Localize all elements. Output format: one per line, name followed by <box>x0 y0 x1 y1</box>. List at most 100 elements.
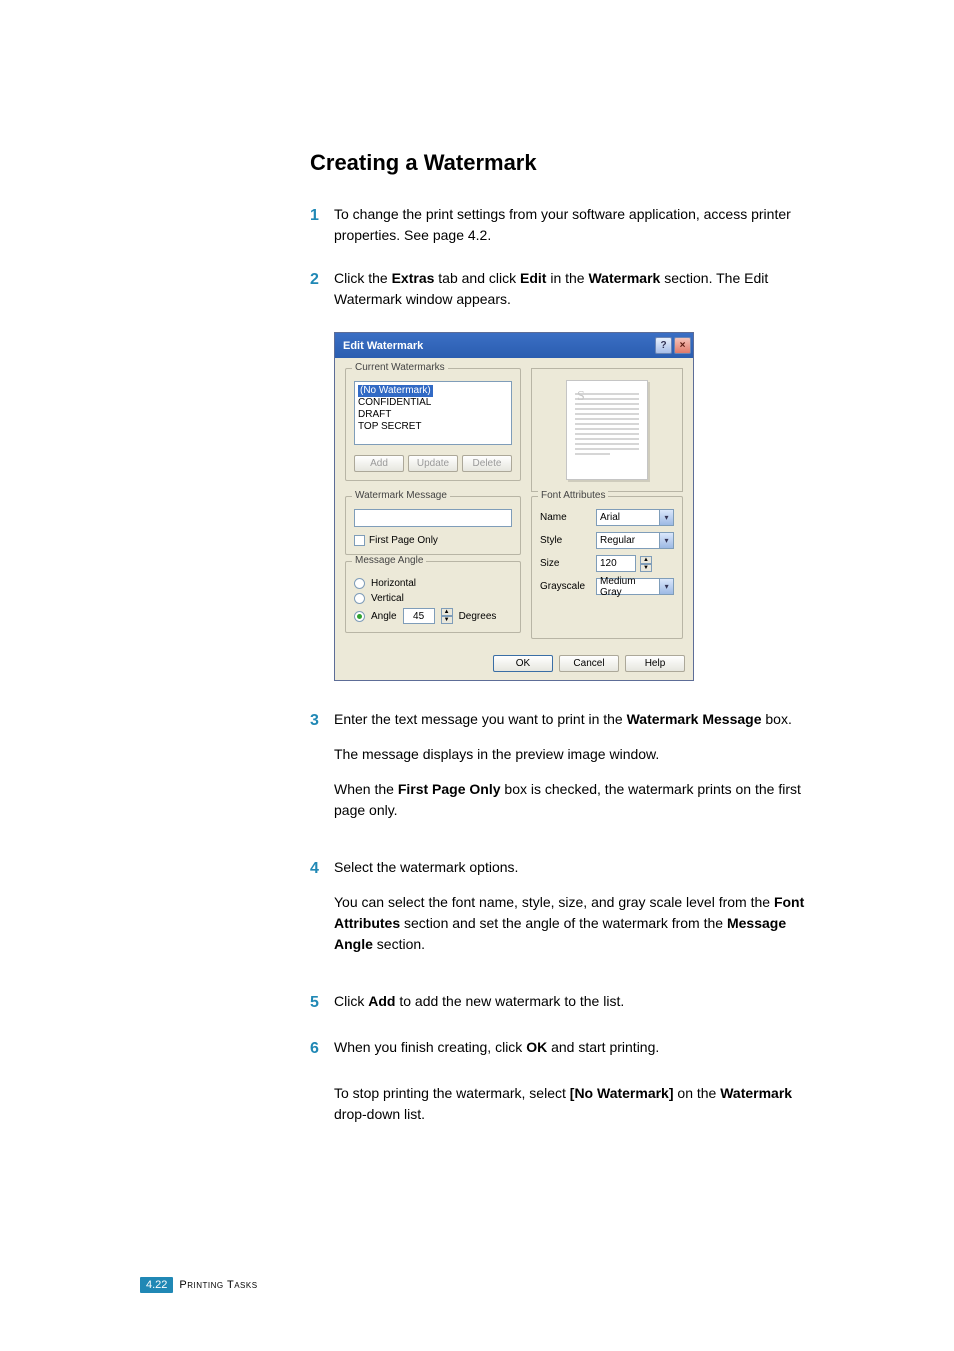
text: and start printing. <box>547 1039 659 1055</box>
text: section and set the angle of the waterma… <box>400 915 727 931</box>
list-item[interactable]: (No Watermark) <box>358 385 433 397</box>
text: section. <box>373 936 425 952</box>
size-spin-up-icon[interactable]: ▲ <box>640 556 652 564</box>
ok-button[interactable]: OK <box>493 655 553 672</box>
first-page-only-label: First Page Only <box>398 781 501 797</box>
step-number: 4 <box>310 857 324 969</box>
paragraph: The message displays in the preview imag… <box>334 744 814 765</box>
step-body: To change the print settings from your s… <box>334 204 814 246</box>
watermark-label: Watermark <box>720 1085 792 1101</box>
preview-page-icon: S <box>566 380 648 480</box>
step-body: Enter the text message you want to print… <box>334 709 814 835</box>
step-2: 2 Click the Extras tab and click Edit in… <box>310 268 814 310</box>
list-item[interactable]: CONFIDENTIAL <box>358 397 508 409</box>
text: When the <box>334 781 398 797</box>
paragraph: Select the watermark options. <box>334 857 814 878</box>
angle-radio[interactable] <box>354 611 365 622</box>
ok-label: OK <box>526 1039 547 1055</box>
step-1: 1 To change the print settings from your… <box>310 204 814 246</box>
radio-label: Angle <box>371 611 397 622</box>
text: box. <box>762 711 792 727</box>
step-number: 2 <box>310 268 324 310</box>
dialog-screenshot: Edit Watermark ? × Current Watermarks (N… <box>334 332 814 681</box>
text: To stop printing the watermark, select <box>334 1085 570 1101</box>
text: When you finish creating, click <box>334 1039 526 1055</box>
chevron-down-icon: ▾ <box>659 533 673 548</box>
font-name-dropdown[interactable]: Arial ▾ <box>596 509 674 526</box>
dropdown-value: Medium Gray <box>600 576 659 598</box>
edit-watermark-dialog: Edit Watermark ? × Current Watermarks (N… <box>334 332 694 681</box>
horizontal-radio[interactable] <box>354 578 365 589</box>
step-3: 3 Enter the text message you want to pri… <box>310 709 814 835</box>
dialog-title: Edit Watermark <box>343 340 423 352</box>
page-heading: Creating a Watermark <box>310 150 814 176</box>
radio-label: Vertical <box>371 593 404 604</box>
vertical-radio[interactable] <box>354 593 365 604</box>
step-body: Click Add to add the new watermark to th… <box>334 991 814 1015</box>
text: tab and click <box>434 270 520 286</box>
list-item[interactable]: DRAFT <box>358 409 508 421</box>
close-icon[interactable]: × <box>674 337 691 354</box>
step-4: 4 Select the watermark options. You can … <box>310 857 814 969</box>
message-angle-group: Message Angle Horizontal Vertical <box>345 561 521 633</box>
page-ref-link[interactable]: page 4.2 <box>433 227 488 243</box>
angle-value-input[interactable]: 45 <box>403 608 435 624</box>
font-style-dropdown[interactable]: Regular ▾ <box>596 532 674 549</box>
angle-spin-down-icon[interactable]: ▼ <box>441 616 453 624</box>
chevron-down-icon: ▾ <box>659 579 673 594</box>
font-size-spinner[interactable]: 120 <box>596 555 636 572</box>
spinner-value: 120 <box>600 558 617 569</box>
extras-label: Extras <box>392 270 435 286</box>
text: in the <box>546 270 588 286</box>
no-watermark-label: [No Watermark] <box>570 1085 674 1101</box>
angle-spin-up-icon[interactable]: ▲ <box>441 608 453 616</box>
step-number: 6 <box>310 1037 324 1061</box>
font-size-label: Size <box>540 558 592 569</box>
cancel-button[interactable]: Cancel <box>559 655 619 672</box>
step-body: When you finish creating, click OK and s… <box>334 1037 814 1061</box>
text: To change the print settings from your s… <box>334 206 791 243</box>
size-spin-down-icon[interactable]: ▼ <box>640 564 652 572</box>
text: Click the <box>334 270 392 286</box>
watermark-message-input[interactable] <box>354 509 512 527</box>
text: to add the new watermark to the list. <box>395 993 624 1009</box>
grayscale-dropdown[interactable]: Medium Gray ▾ <box>596 578 674 595</box>
font-name-label: Name <box>540 512 592 523</box>
step-body: Click the Extras tab and click Edit in t… <box>334 268 814 310</box>
first-page-only-checkbox[interactable] <box>354 535 365 546</box>
group-label: Font Attributes <box>538 490 608 501</box>
radio-label: Horizontal <box>371 578 416 589</box>
step-6: 6 When you finish creating, click OK and… <box>310 1037 814 1061</box>
grayscale-label: Grayscale <box>540 581 592 592</box>
font-style-label: Style <box>540 535 592 546</box>
help-icon[interactable]: ? <box>655 337 672 354</box>
watermark-label: Watermark <box>588 270 660 286</box>
watermark-listbox[interactable]: (No Watermark) CONFIDENTIAL DRAFT TOP SE… <box>354 381 512 445</box>
degrees-label: Degrees <box>459 611 497 622</box>
help-button[interactable]: Help <box>625 655 685 672</box>
text: . <box>487 227 491 243</box>
add-button[interactable]: Add <box>354 455 404 472</box>
closing-paragraph: To stop printing the watermark, select [… <box>334 1083 814 1125</box>
chevron-down-icon: ▾ <box>659 510 673 525</box>
page-number-badge: 4.22 <box>140 1277 173 1293</box>
delete-button[interactable]: Delete <box>462 455 512 472</box>
watermark-message-label: Watermark Message <box>627 711 762 727</box>
dialog-footer-buttons: OK Cancel Help <box>335 649 693 680</box>
dialog-titlebar: Edit Watermark ? × <box>335 333 693 358</box>
step-number: 1 <box>310 204 324 246</box>
text: Click <box>334 993 368 1009</box>
group-label: Message Angle <box>352 555 426 566</box>
update-button[interactable]: Update <box>408 455 458 472</box>
dropdown-value: Regular <box>600 535 635 546</box>
preview-pane: S <box>531 368 683 492</box>
edit-label: Edit <box>520 270 546 286</box>
page-footer: 4.22 Printing Tasks <box>140 1277 258 1293</box>
watermark-message-group: Watermark Message First Page Only <box>345 496 521 555</box>
list-item[interactable]: TOP SECRET <box>358 421 508 433</box>
step-5: 5 Click Add to add the new watermark to … <box>310 991 814 1015</box>
step-body: Select the watermark options. You can se… <box>334 857 814 969</box>
text: drop-down list. <box>334 1106 425 1122</box>
dropdown-value: Arial <box>600 512 620 523</box>
current-watermarks-group: Current Watermarks (No Watermark) CONFID… <box>345 368 521 481</box>
